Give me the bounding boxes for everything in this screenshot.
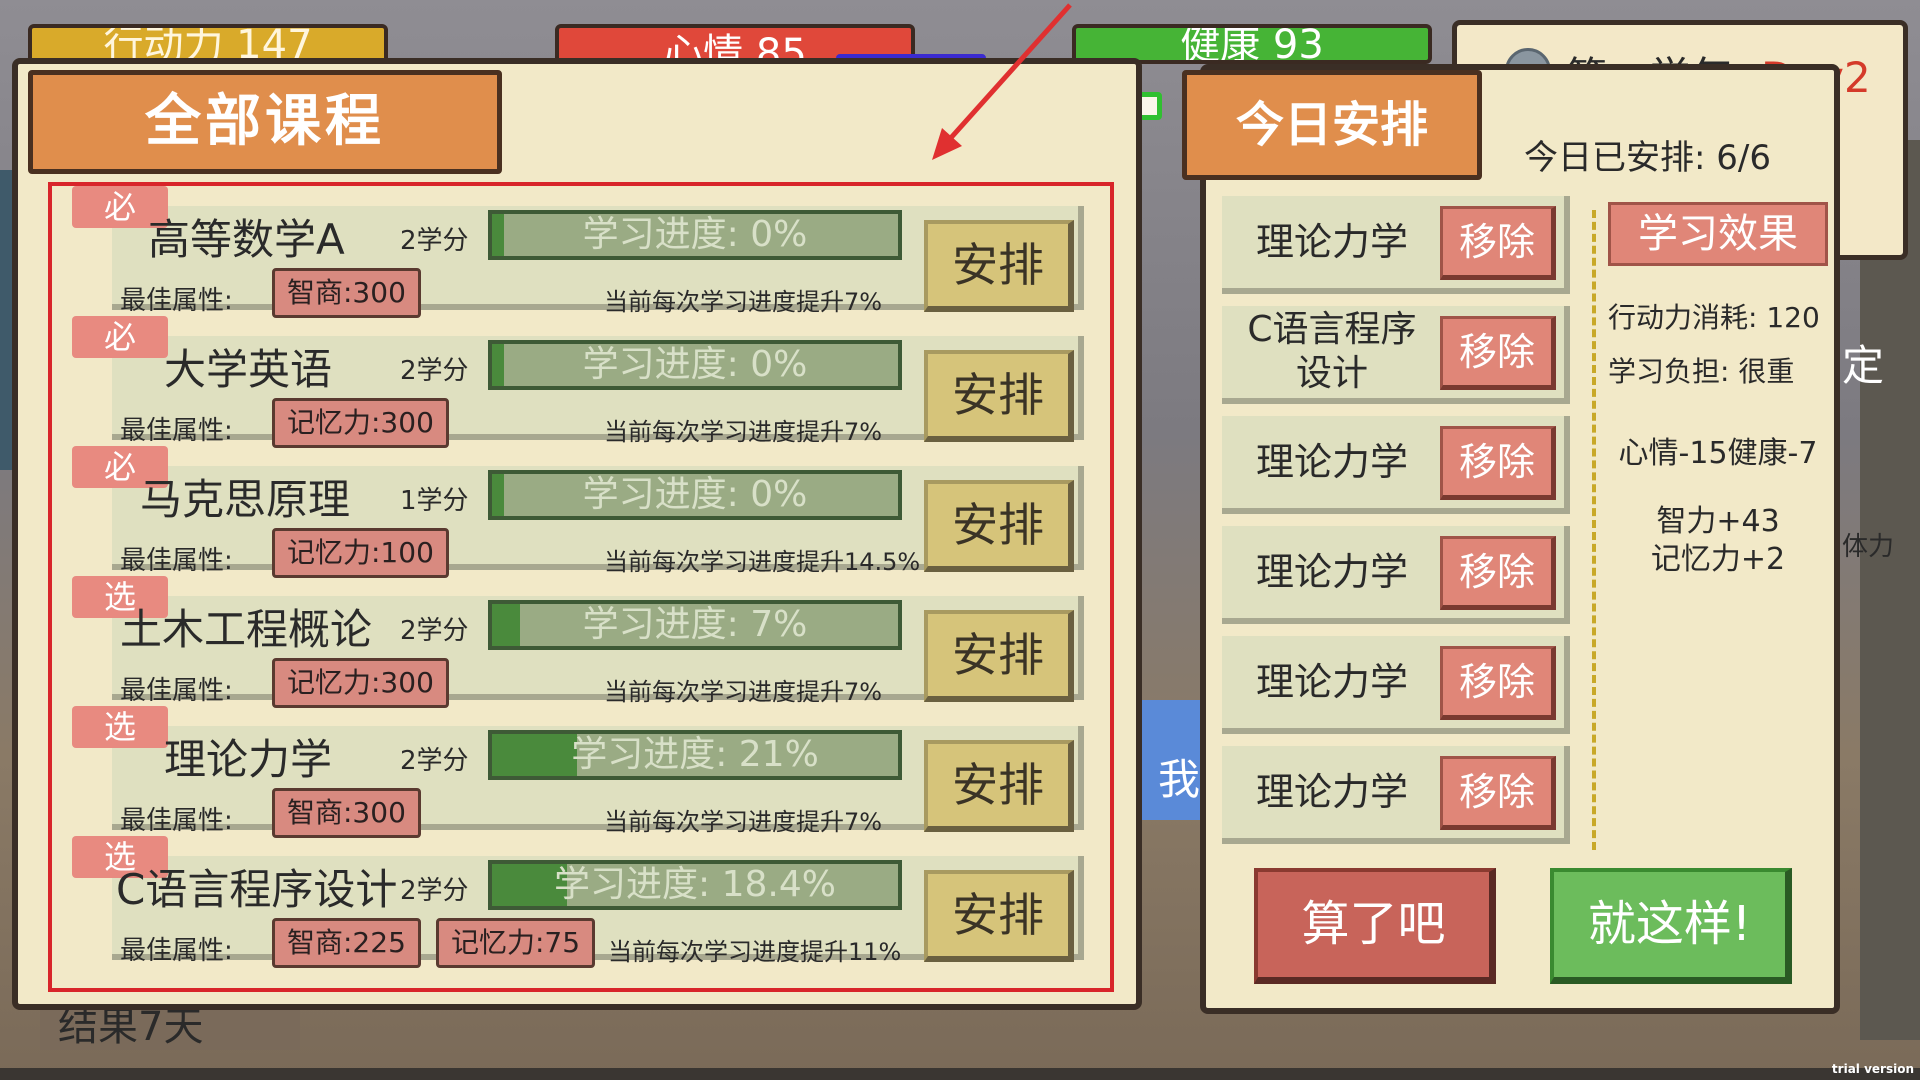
- remove-button[interactable]: 移除: [1440, 756, 1556, 830]
- arrange-button[interactable]: 安排: [924, 480, 1074, 572]
- watermark: trial version: [1831, 1062, 1914, 1076]
- background-label-me: 我: [1158, 755, 1201, 804]
- effect-line: 记忆力+2: [1650, 542, 1786, 577]
- remove-button[interactable]: 移除: [1440, 426, 1556, 500]
- schedule-item: 理论力学 移除: [1222, 196, 1570, 294]
- best-attribute-badge: 记忆力:300: [272, 398, 449, 448]
- schedule-item: 理论力学 移除: [1222, 526, 1570, 624]
- best-attribute-label: 最佳属性:: [120, 676, 233, 706]
- arrange-button[interactable]: 安排: [924, 740, 1074, 832]
- panel-title: 全部课程: [28, 70, 502, 174]
- course-name: 马克思原理: [140, 475, 351, 524]
- best-attribute-badge: 记忆力:75: [436, 918, 596, 968]
- effect-line: 心情-15健康-7: [1618, 436, 1818, 471]
- course-name: 土木工程概论: [120, 605, 373, 654]
- schedule-item: 理论力学 移除: [1222, 416, 1570, 514]
- remove-button[interactable]: 移除: [1440, 646, 1556, 720]
- study-progress-bar: 学习进度: 0%: [488, 210, 902, 260]
- annotation-arrow-icon: [932, 3, 1072, 160]
- schedule-title: 今日安排: [1182, 70, 1482, 180]
- course-credit: 2学分: [400, 226, 469, 256]
- course-row: 必马克思原理 1学分 学习进度: 0% 最佳属性: 记忆力:100 当前每次学习进度提升1…: [64, 446, 1084, 578]
- course-type-tag: 必: [72, 316, 168, 358]
- schedule-item-name: 理论力学: [1255, 550, 1408, 594]
- confirm-button[interactable]: 就这样!: [1550, 868, 1792, 984]
- best-attribute-badge: 智商:300: [272, 268, 421, 318]
- course-row: 选理论力学 2学分 学习进度: 21% 最佳属性: 智商:300 当前每次学习进度提升7%…: [64, 706, 1084, 838]
- study-progress-text: 学习进度: 0%: [582, 344, 808, 385]
- background-label-tili: 体力: [1842, 532, 1895, 562]
- best-attribute-label: 最佳属性:: [120, 546, 233, 576]
- course-credit: 2学分: [400, 746, 469, 776]
- course-credit: 1学分: [400, 486, 469, 516]
- course-name: C语言程序设计: [116, 865, 398, 914]
- schedule-item: 理论力学 移除: [1222, 746, 1570, 844]
- progress-boost-text: 当前每次学习进度提升14.5%: [604, 548, 921, 576]
- background-scenery: [1860, 140, 1920, 1040]
- remove-button[interactable]: 移除: [1440, 316, 1556, 390]
- best-attribute-badge: 智商:300: [272, 788, 421, 838]
- best-attribute-label: 最佳属性:: [120, 416, 233, 446]
- course-credit: 2学分: [400, 876, 469, 906]
- schedule-item-name: 理论力学: [1255, 220, 1408, 264]
- progress-boost-text: 当前每次学习进度提升7%: [604, 418, 883, 446]
- arrange-button[interactable]: 安排: [924, 870, 1074, 962]
- background-label-ding: 定: [1842, 341, 1885, 390]
- schedule-item: C语言程序设计 移除: [1222, 306, 1570, 404]
- study-progress-bar: 学习进度: 18.4%: [488, 860, 902, 910]
- remove-button[interactable]: 移除: [1440, 206, 1556, 280]
- effect-line: 学习负担: 很重: [1608, 355, 1795, 388]
- arrange-button[interactable]: 安排: [924, 610, 1074, 702]
- arranged-count: 今日已安排: 6/6: [1524, 138, 1771, 178]
- best-attribute-badge: 智商:225: [272, 918, 421, 968]
- progress-boost-text: 当前每次学习进度提升7%: [604, 288, 883, 316]
- course-credit: 2学分: [400, 356, 469, 386]
- schedule-item: 理论力学 移除: [1222, 636, 1570, 734]
- course-row: 必高等数学A 2学分 学习进度: 0% 最佳属性: 智商:300 当前每次学习进度提升7%…: [64, 186, 1084, 318]
- course-name: 大学英语: [164, 345, 333, 394]
- study-progress-bar: 学习进度: 7%: [488, 600, 902, 650]
- effect-line: 行动力消耗: 120: [1608, 301, 1820, 334]
- cancel-button[interactable]: 算了吧: [1254, 868, 1496, 984]
- best-attribute-badge: 记忆力:300: [272, 658, 449, 708]
- progress-boost-text: 当前每次学习进度提升7%: [604, 678, 883, 706]
- study-progress-text: 学习进度: 0%: [582, 214, 808, 255]
- schedule-item-name: 理论力学: [1255, 440, 1408, 484]
- best-attribute-label: 最佳属性:: [120, 936, 233, 966]
- study-progress-text: 学习进度: 0%: [582, 474, 808, 515]
- course-credit: 2学分: [400, 616, 469, 646]
- course-row: 选 C语言程序设计 2学分 学习进度: 18.4% 最佳属性: 智商:225 记忆力:75 当…: [64, 836, 1084, 968]
- bottom-strip: [0, 1068, 1920, 1080]
- schedule-item-name: 理论力学: [1255, 770, 1408, 814]
- progress-boost-text: 当前每次学习进度提升7%: [604, 808, 883, 836]
- best-attribute-label: 最佳属性:: [120, 806, 233, 836]
- divider: [1592, 210, 1596, 850]
- course-name: 理论力学: [164, 735, 333, 784]
- best-attribute-label: 最佳属性:: [120, 286, 233, 316]
- arrange-button[interactable]: 安排: [924, 220, 1074, 312]
- progress-boost-text: 当前每次学习进度提升11%: [608, 938, 902, 966]
- course-row: 选土木工程概论 2学分 学习进度: 7% 最佳属性: 记忆力:300 当前每次学习进度提升…: [64, 576, 1084, 708]
- study-progress-text: 学习进度: 21%: [571, 734, 819, 775]
- study-progress-bar: 学习进度: 0%: [488, 470, 902, 520]
- study-progress-bar: 学习进度: 0%: [488, 340, 902, 390]
- effect-title: 学习效果: [1608, 202, 1828, 266]
- course-type-tag: 选: [72, 706, 168, 748]
- study-progress-bar: 学习进度: 21%: [488, 730, 902, 780]
- study-progress-text: 学习进度: 7%: [582, 604, 808, 645]
- course-name: 高等数学A: [148, 215, 345, 264]
- arrange-button[interactable]: 安排: [924, 350, 1074, 442]
- schedule-item-name: 理论力学: [1255, 660, 1408, 704]
- study-progress-text: 学习进度: 18.4%: [554, 864, 836, 905]
- course-row: 必大学英语 2学分 学习进度: 0% 最佳属性: 记忆力:300 当前每次学习进度提升7%…: [64, 316, 1084, 448]
- remove-button[interactable]: 移除: [1440, 536, 1556, 610]
- schedule-item-name: C语言程序设计: [1247, 309, 1417, 394]
- best-attribute-badge: 记忆力:100: [272, 528, 449, 578]
